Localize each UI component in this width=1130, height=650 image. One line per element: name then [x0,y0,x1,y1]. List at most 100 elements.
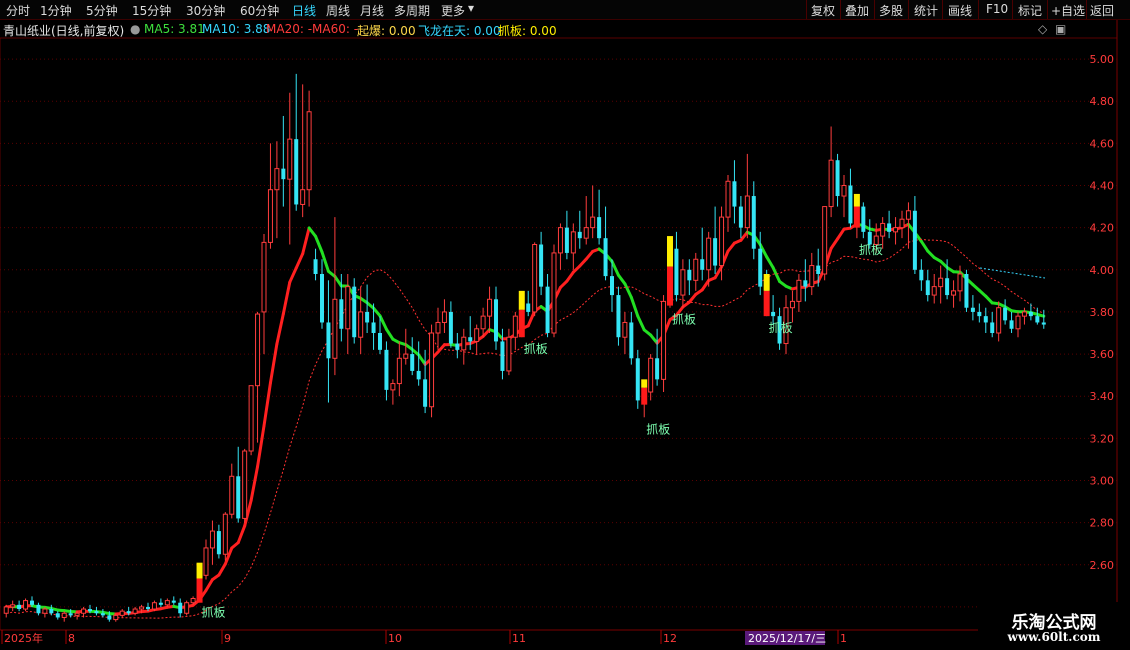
candle-body-down [977,311,982,317]
ma-line-segment [649,333,659,345]
candle-body-up [938,277,944,288]
candle-body-up [590,216,596,229]
candle-body-up [61,612,67,618]
candle-body-down [216,531,221,555]
y-tick-label: 2.80 [1090,517,1115,530]
candle-body-up [74,612,80,616]
axes: 5.00 4.80 4.60 4.40 4.20 4.00 3.80 3.60 3.40 3.20… [0,53,1117,645]
candle-body-up [693,258,699,281]
candle-body-down [384,349,389,390]
ma-line-segment [726,241,736,253]
signal-bar-yellow [196,562,203,579]
candle-body-up [1015,315,1021,330]
candle-body-up [222,513,228,555]
candle-body-up [512,315,518,338]
ma-line-segment [314,234,324,254]
candle-body-down [178,602,183,614]
candle-body-down [146,606,150,610]
crosshair-date-label: 2025/12/17/三 [748,632,826,645]
ma-line-segment [204,578,214,592]
signal-label: 抓板 [769,321,793,335]
candle-body-up [557,227,563,254]
x-tick-label: 2025年 [4,631,43,645]
long-ma-line [6,238,1044,619]
signal-bar-yellow [763,274,770,291]
candle-body-up [139,606,145,610]
ma-line-segment [526,309,537,328]
candle-body-up [184,602,190,614]
candle-body-up [706,237,712,271]
candle-body-up [648,357,654,393]
candle-body-up [789,300,795,309]
candle-body-down [88,609,92,612]
candle-body-down [49,609,54,614]
candle-body-down [107,615,112,620]
x-tick-label: 9 [224,632,231,645]
signal-bar-red [518,309,525,338]
ma-line-segment [378,314,388,331]
candle-body-up [3,606,9,614]
candle-body-up [841,185,847,197]
candle-body-down [236,476,241,519]
y-tick-label: 3.20 [1090,432,1115,445]
candle-body-down [655,358,660,380]
candle-body-down [945,278,950,296]
candle-body-up [957,273,963,292]
candle-body-up [828,159,834,208]
candle-body-down [848,185,853,224]
candle-body-down [964,274,969,308]
candle-body-up [893,227,899,233]
candle-body-down [616,295,621,338]
candle-body-down [732,181,737,207]
candle-body-down [983,316,988,323]
candle-body-up [551,252,557,334]
ma-line-segment [713,265,724,280]
candle-body-up [274,168,280,191]
candle-body-down [545,286,550,333]
y-tick-label: 3.40 [1090,390,1115,403]
candle-body-down [610,276,614,296]
ma-line-segment [565,270,575,283]
candle-body-down [526,303,531,312]
candle-body-down [803,280,808,287]
candle-body-down [861,206,866,232]
candlestick-chart[interactable]: 抓板抓板抓板抓板抓板抓板 5.004.804.604.404.204.003.8… [0,0,1130,650]
candle-body-up [532,244,538,313]
y-tick-label: 2.60 [1090,559,1115,572]
y-tick-label: 4.60 [1090,137,1115,150]
candle-body-up [809,265,815,288]
x-tick-label: 10 [388,632,402,645]
candle-body-down [912,210,917,270]
signal-label: 抓板 [859,243,883,257]
candle-body-up [480,315,486,330]
candle-body-up [306,111,312,191]
candle-body-down [1009,320,1014,329]
candle-body-down [635,358,640,401]
candle-body-down [1003,307,1008,321]
signal-bar-yellow [641,379,648,388]
candle-body-down [171,600,176,603]
candle-body-down [500,341,505,371]
candle-body-down [468,337,473,342]
candle-body-down [294,139,299,205]
candle-body-up [744,195,750,229]
candle-body-up [81,608,87,614]
candle-body-up [113,614,119,621]
ma-line-segment [687,292,698,304]
grid [0,20,1118,650]
ma-line-segment [217,562,227,577]
candle-body-up [725,180,731,218]
candle-body-up [345,286,351,330]
candle-body-up [164,600,170,606]
ma-line-segment [262,381,272,428]
candle-body-up [42,608,48,614]
candle-body-down [816,265,821,274]
candle-body-up [267,189,273,243]
candle-body-up [261,241,267,313]
candle-body-down [36,604,41,614]
candle-body-down [455,343,460,350]
candle-body-up [429,332,435,408]
ma-line-segment [636,314,646,332]
ma-line-segment [249,465,260,502]
candle-body-down [326,322,331,359]
